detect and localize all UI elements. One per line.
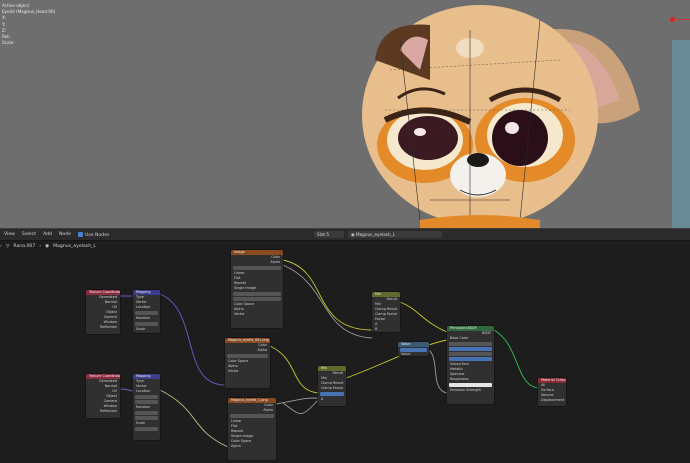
- field-label: Location: [136, 305, 151, 309]
- socket-label: Reflection: [100, 325, 117, 329]
- use-nodes-label: Use Nodes: [84, 232, 110, 238]
- socket-label: Roughness: [450, 377, 469, 381]
- node-editor-header: View Select Add Node Use Nodes Slot 5 ◉ …: [0, 228, 690, 241]
- node-editor-canvas[interactable]: Texture Coordinate Generated Normal UV O…: [0, 250, 690, 463]
- mapping-node[interactable]: Mapping Type Vector Location Rotation Sc…: [133, 374, 160, 440]
- socket-label: B: [375, 327, 378, 331]
- field-label: Scale: [136, 421, 146, 425]
- breadcrumb-arrow-icon: ›: [39, 243, 42, 249]
- socket-label: Emission Strength: [450, 388, 481, 392]
- value-field[interactable]: [135, 311, 158, 315]
- material-selector[interactable]: ◉ Magnus_eyelash_L: [348, 231, 406, 238]
- image-texture-node[interactable]: Magnus_eyelid_C.png Color Alpha Linear F…: [228, 398, 276, 460]
- breadcrumb-arrow-icon: ›: [0, 243, 2, 249]
- value-field[interactable]: [135, 400, 158, 404]
- sidebar-panel[interactable]: [672, 40, 690, 228]
- menu-select[interactable]: Select: [22, 232, 36, 237]
- value-field[interactable]: [449, 342, 492, 346]
- value-field[interactable]: [233, 297, 281, 301]
- mix-node[interactable]: Mix Result Mix Clamp Result Clamp Factor…: [318, 366, 346, 406]
- socket-label: Alpha: [270, 260, 280, 264]
- material-output-node[interactable]: Material Output All Surface Volume Displ…: [538, 378, 566, 406]
- socket-label: Base Color: [450, 336, 469, 340]
- principled-bsdf-node[interactable]: Principled BSDF BSDF Base Color Subsurfa…: [447, 326, 494, 404]
- slot-dropdown[interactable]: Slot 5: [314, 231, 344, 238]
- menu-view[interactable]: View: [4, 232, 15, 237]
- factor-field[interactable]: [320, 392, 344, 396]
- value-node[interactable]: Value Value: [398, 342, 429, 356]
- color-field[interactable]: [449, 383, 492, 387]
- value-field[interactable]: [449, 357, 492, 361]
- menu-node[interactable]: Node: [59, 232, 71, 237]
- texture-coordinate-node[interactable]: Texture Coordinate Generated Normal UV O…: [86, 290, 120, 334]
- socket-label: Alpha: [257, 348, 267, 352]
- mix-node[interactable]: Mix Result Mix Clamp Result Clamp Factor…: [372, 292, 400, 332]
- socket-label: Value: [401, 352, 411, 356]
- image-selector[interactable]: [233, 266, 281, 270]
- image-selector[interactable]: [230, 414, 274, 418]
- field-label: Scale: [136, 327, 146, 331]
- value-field[interactable]: [135, 427, 158, 431]
- gizmo-axis: [676, 19, 690, 20]
- checkbox[interactable]: Clamp Factor: [318, 386, 346, 391]
- breadcrumb-material[interactable]: Magnus_eyelash_L: [53, 244, 96, 249]
- field-label: Rotation: [136, 405, 151, 409]
- mapping-node[interactable]: Mapping Type Vector Location Rotation Sc…: [133, 290, 160, 333]
- socket-label: Vector: [234, 312, 245, 316]
- 3d-viewport[interactable]: Active object Eyelid (Magnus_Head.00) X:…: [0, 0, 690, 228]
- node-title: Value: [398, 342, 429, 347]
- checkbox-icon[interactable]: [77, 231, 83, 237]
- character-render: [362, 5, 640, 228]
- node-links: [119, 259, 539, 448]
- material-icon: ◉: [45, 243, 50, 249]
- field-label: Rotation: [136, 316, 151, 320]
- socket-label: Vector: [228, 369, 239, 373]
- field-label: Alpha: [231, 444, 241, 448]
- socket-label: Reflection: [100, 409, 117, 413]
- value-field[interactable]: [233, 292, 281, 296]
- dropdown[interactable]: Single Image: [231, 286, 283, 291]
- value-field[interactable]: [135, 416, 158, 420]
- pin-icon[interactable]: [440, 231, 451, 238]
- socket-label: Displacement: [541, 398, 565, 402]
- image-texture-node[interactable]: Magnus_eyelid_001.png Color Alpha Color …: [225, 338, 270, 388]
- socket-label: A: [321, 397, 324, 401]
- menu-add[interactable]: Add: [43, 232, 52, 237]
- image-texture-node[interactable]: Image Color Alpha Linear Flat Repeat Sin…: [231, 250, 283, 328]
- value-field[interactable]: [135, 322, 158, 326]
- texture-coordinate-node[interactable]: Texture Coordinate Generated Normal UV O…: [86, 374, 120, 418]
- field-label: Location: [136, 389, 151, 393]
- breadcrumb-object[interactable]: Rana.007: [13, 244, 35, 249]
- value-field[interactable]: [449, 352, 492, 356]
- value-field[interactable]: [135, 395, 158, 399]
- socket-label: Alpha: [263, 408, 273, 412]
- image-selector[interactable]: [227, 354, 268, 358]
- value-field[interactable]: [135, 411, 158, 415]
- use-nodes-toggle[interactable]: Use Nodes: [77, 231, 110, 238]
- value-field[interactable]: [449, 347, 492, 351]
- gizmo-point[interactable]: [670, 17, 675, 22]
- breadcrumb: › ▽ Rana.007 › ◉ Magnus_eyelash_L: [0, 242, 100, 250]
- mesh-icon: ▽: [5, 243, 10, 249]
